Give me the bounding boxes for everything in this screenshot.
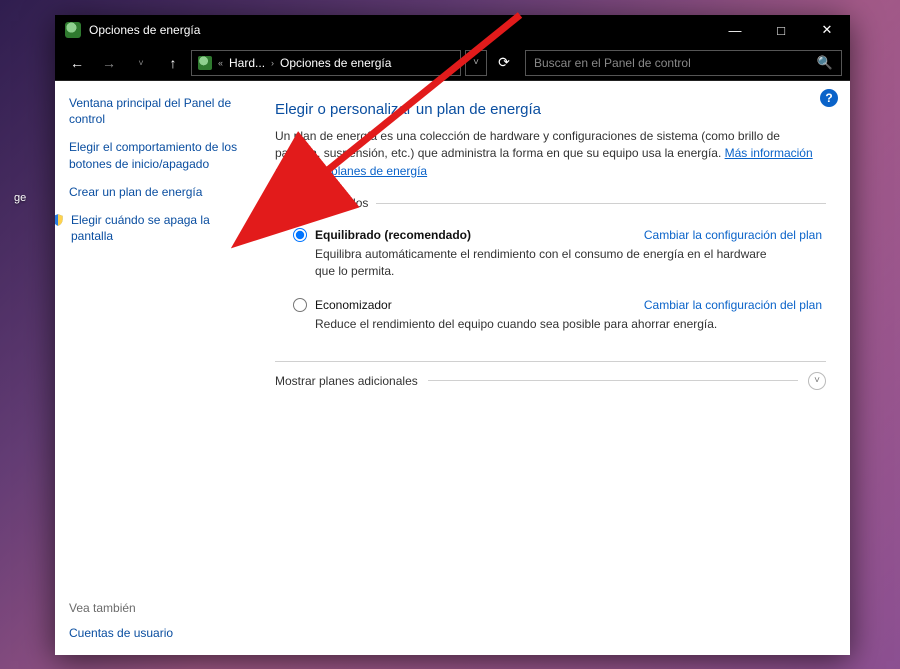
plan-power-saver: Economizador Cambiar la configuración de… [275, 292, 826, 345]
history-dropdown[interactable]: ˅ [127, 49, 155, 77]
plan-balanced-radio[interactable] [293, 228, 307, 242]
page-description: Un plan de energía es una colección de h… [275, 128, 826, 180]
refresh-button[interactable]: ⟳ [491, 50, 517, 76]
plan-balanced-label[interactable]: Equilibrado (recomendado) [293, 228, 471, 242]
plan-balanced: Equilibrado (recomendado) Cambiar la con… [275, 222, 826, 292]
page-description-text: Un plan de energía es una colección de h… [275, 129, 780, 160]
show-additional-plans-label: Mostrar planes adicionales [275, 374, 418, 388]
minimize-button[interactable]: — [712, 15, 758, 45]
sidebar-item-control-panel-home[interactable]: Ventana principal del Panel de control [69, 95, 253, 127]
shield-icon [55, 213, 65, 227]
navigation-bar: ← → ˅ ↑ « Hard... › Opciones de energía … [55, 45, 850, 81]
address-bar[interactable]: « Hard... › Opciones de energía [191, 50, 461, 76]
chevron-right-icon: › [271, 58, 274, 68]
change-plan-settings-power-saver[interactable]: Cambiar la configuración del plan [644, 298, 822, 312]
plan-balanced-desc: Equilibra automáticamente el rendimiento… [293, 242, 773, 280]
maximize-button[interactable]: □ [758, 15, 804, 45]
address-dropdown[interactable]: ˅ [465, 50, 487, 76]
change-plan-settings-balanced[interactable]: Cambiar la configuración del plan [644, 228, 822, 242]
window-title: Opciones de energía [89, 23, 200, 37]
search-icon[interactable]: 🔍 [817, 55, 833, 71]
main-panel: ? Elegir o personalizar un plan de energ… [265, 81, 850, 655]
titlebar: Opciones de energía — □ ✕ [55, 15, 850, 45]
expander-divider [428, 380, 798, 381]
plan-power-saver-label[interactable]: Economizador [293, 298, 392, 312]
desktop-icon-label: ge [14, 192, 26, 204]
sidebar-item-power-button-behavior[interactable]: Elegir el comportamiento de los botones … [69, 139, 253, 171]
sidebar-item-display-off[interactable]: Elegir cuándo se apaga la pantalla [71, 212, 253, 244]
close-button[interactable]: ✕ [804, 15, 850, 45]
address-icon [198, 56, 212, 70]
plan-balanced-name: Equilibrado (recomendado) [315, 228, 471, 242]
breadcrumb-1[interactable]: Hard... [229, 56, 265, 70]
plan-power-saver-name: Economizador [315, 298, 392, 312]
plan-power-saver-radio[interactable] [293, 298, 307, 312]
back-button[interactable]: ← [63, 49, 91, 77]
search-box[interactable]: 🔍 [525, 50, 842, 76]
control-panel-window: Opciones de energía — □ ✕ ← → ˅ ↑ « Hard… [55, 15, 850, 655]
breadcrumb-prefix: « [218, 58, 223, 68]
sidebar-item-create-power-plan[interactable]: Crear un plan de energía [69, 184, 253, 200]
power-options-icon [65, 22, 81, 38]
breadcrumb-2[interactable]: Opciones de energía [280, 56, 391, 70]
page-title: Elegir o personalizar un plan de energía [275, 101, 826, 118]
preferred-plans-legend: Planes preferidos [275, 196, 376, 210]
search-input[interactable] [534, 56, 817, 70]
sidebar-item-user-accounts[interactable]: Cuentas de usuario [69, 625, 253, 641]
chevron-down-icon[interactable]: ˅ [808, 372, 826, 390]
plan-power-saver-desc: Reduce el rendimiento del equipo cuando … [293, 312, 773, 333]
see-also-header: Vea también [69, 601, 253, 615]
forward-button[interactable]: → [95, 49, 123, 77]
up-button[interactable]: ↑ [159, 49, 187, 77]
sidebar: Ventana principal del Panel de control E… [55, 81, 265, 655]
help-button[interactable]: ? [820, 89, 838, 107]
show-additional-plans[interactable]: Mostrar planes adicionales ˅ [275, 361, 826, 390]
content-pane: Ventana principal del Panel de control E… [55, 81, 850, 655]
preferred-plans-group: Planes preferidos Equilibrado (recomenda… [275, 196, 826, 350]
